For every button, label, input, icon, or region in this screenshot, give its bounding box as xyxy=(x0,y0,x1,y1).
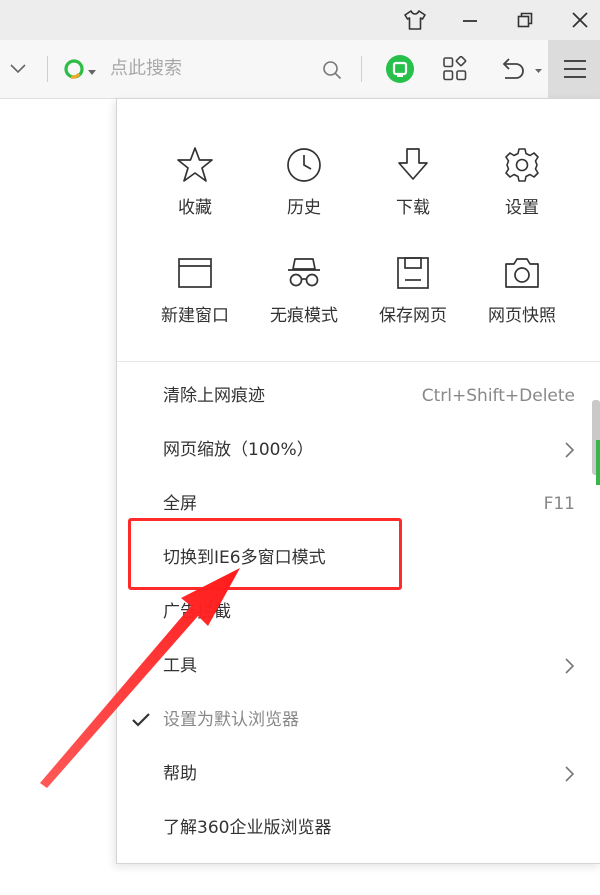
main-menu-dropdown: 收藏 历史 下载 设置 新建窗口 无痕模式 保存网页 网页快照 清除上网痕迹 C… xyxy=(116,98,600,864)
restore-button[interactable] xyxy=(500,0,550,40)
menu-set-default-browser[interactable]: 设置为默认浏览器 xyxy=(117,693,600,747)
chevron-right-icon xyxy=(565,658,575,674)
menu-ad-block[interactable]: 广告拦截 xyxy=(117,585,600,639)
menu-page-zoom[interactable]: 网页缩放（100%） xyxy=(117,423,600,477)
menu-item-label: 了解360企业版浏览器 xyxy=(163,818,332,838)
menu-tools[interactable]: 工具 xyxy=(117,639,600,693)
menu-incognito[interactable]: 无痕模式 xyxy=(254,253,354,343)
menu-favorites-label: 收藏 xyxy=(178,198,212,218)
restore-icon xyxy=(517,12,533,28)
green-app-icon xyxy=(386,55,414,83)
download-icon xyxy=(393,145,433,185)
menu-item-label: 设置为默认浏览器 xyxy=(163,710,299,730)
menu-help[interactable]: 帮助 xyxy=(117,747,600,801)
menu-new-window[interactable]: 新建窗口 xyxy=(145,253,245,343)
menu-item-shortcut: Ctrl+Shift+Delete xyxy=(421,386,575,406)
apps-grid-icon xyxy=(443,56,467,81)
undo-close-tab-button[interactable] xyxy=(495,54,545,84)
toolbar: 点此搜索 xyxy=(0,40,600,99)
title-bar xyxy=(0,0,600,40)
menu-item-label: 网页缩放（100%） xyxy=(163,440,314,460)
menu-download[interactable]: 下载 xyxy=(363,145,463,235)
menu-incognito-label: 无痕模式 xyxy=(270,306,338,326)
minimize-button[interactable] xyxy=(445,0,495,40)
menu-snapshot-label: 网页快照 xyxy=(488,306,556,326)
checkmark-icon xyxy=(132,713,150,727)
toolbar-separator xyxy=(361,56,362,82)
search-input[interactable]: 点此搜索 xyxy=(110,58,182,80)
menu-save-page-label: 保存网页 xyxy=(379,306,447,326)
gear-icon xyxy=(502,145,542,185)
save-icon xyxy=(393,253,433,293)
close-button[interactable] xyxy=(555,0,600,40)
toolbar-separator xyxy=(47,56,48,82)
menu-item-label: 广告拦截 xyxy=(163,602,231,622)
menu-item-label: 全屏 xyxy=(163,494,197,514)
menu-new-window-label: 新建窗口 xyxy=(161,306,229,326)
menu-settings-label: 设置 xyxy=(505,198,539,218)
menu-snapshot[interactable]: 网页快照 xyxy=(472,253,572,343)
extension-green-button[interactable] xyxy=(383,52,417,86)
search-box[interactable]: 点此搜索 xyxy=(58,48,358,90)
menu-item-label: 工具 xyxy=(163,656,197,676)
menu-divider xyxy=(117,361,600,362)
menu-item-label: 清除上网痕迹 xyxy=(163,386,265,406)
search-icon xyxy=(323,61,342,80)
star-icon xyxy=(175,145,215,185)
hamburger-menu-icon xyxy=(564,60,586,78)
menu-item-label: 切换到IE6多窗口模式 xyxy=(163,548,326,568)
clock-icon xyxy=(284,145,324,185)
minimize-icon xyxy=(463,20,477,22)
chevron-down-icon xyxy=(10,64,26,74)
chevron-right-icon xyxy=(565,442,575,458)
menu-item-shortcut: F11 xyxy=(543,494,575,514)
search-engine-logo-icon xyxy=(64,59,96,79)
main-menu-button[interactable] xyxy=(548,40,600,98)
search-engine-selector[interactable] xyxy=(62,58,100,80)
menu-switch-ie6-mode[interactable]: 切换到IE6多窗口模式 xyxy=(117,531,600,585)
menu-enterprise-browser[interactable]: 了解360企业版浏览器 xyxy=(117,801,600,855)
tshirt-icon xyxy=(404,10,426,30)
menu-history[interactable]: 历史 xyxy=(254,145,354,235)
chevron-right-icon xyxy=(565,766,575,782)
close-icon xyxy=(572,12,588,28)
menu-item-label: 帮助 xyxy=(163,764,197,784)
side-panel-edge xyxy=(596,440,600,485)
apps-button[interactable] xyxy=(439,54,471,84)
undo-icon xyxy=(502,58,542,79)
menu-clear-history[interactable]: 清除上网痕迹 Ctrl+Shift+Delete xyxy=(117,369,600,423)
new-window-icon xyxy=(175,253,215,293)
menu-fullscreen[interactable]: 全屏 F11 xyxy=(117,477,600,531)
camera-icon xyxy=(502,253,542,293)
menu-favorites[interactable]: 收藏 xyxy=(145,145,245,235)
menu-settings[interactable]: 设置 xyxy=(472,145,572,235)
search-button[interactable] xyxy=(320,58,344,82)
menu-download-label: 下载 xyxy=(396,198,430,218)
address-dropdown-button[interactable] xyxy=(6,58,30,80)
menu-save-page[interactable]: 保存网页 xyxy=(363,253,463,343)
skin-button[interactable] xyxy=(390,0,440,40)
menu-history-label: 历史 xyxy=(287,198,321,218)
incognito-icon xyxy=(284,253,324,293)
